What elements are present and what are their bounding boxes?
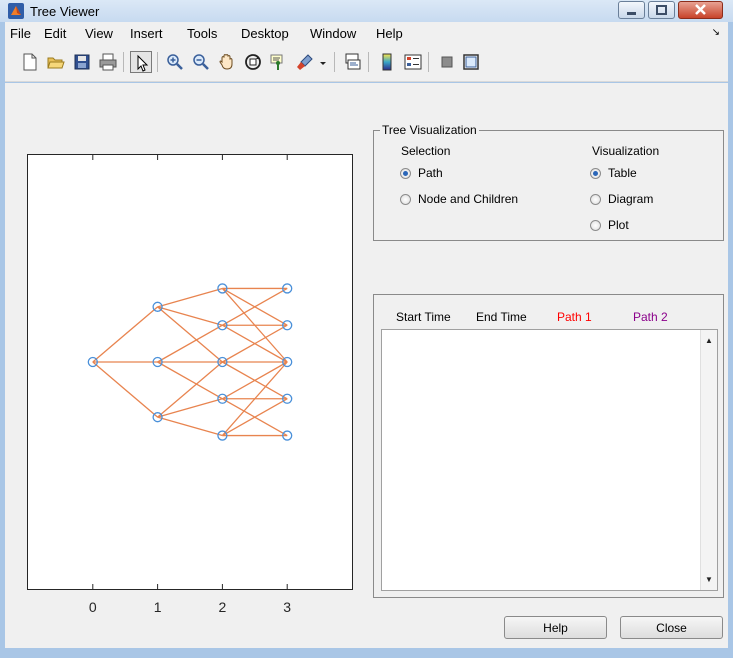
menu-window[interactable]: Window — [310, 26, 356, 41]
pan-hand-icon[interactable] — [216, 51, 238, 73]
tree-edge — [157, 306, 223, 326]
x-tick-label: 3 — [283, 599, 292, 615]
tree-edge — [157, 398, 223, 418]
menu-bar: File Edit View Insert Tools Desktop Wind… — [5, 22, 728, 44]
tree-plot-axes[interactable] — [27, 154, 353, 590]
column-header-start-time[interactable]: Start Time — [396, 310, 451, 324]
menu-help[interactable]: Help — [376, 26, 403, 41]
x-tick-label: 0 — [88, 599, 97, 615]
toolbar-separator — [123, 52, 124, 72]
open-folder-icon[interactable] — [45, 51, 67, 73]
maximize-button[interactable] — [648, 1, 675, 19]
window-title: Tree Viewer — [30, 4, 100, 19]
visualization-heading: Visualization — [592, 144, 660, 158]
radio-label: Table — [608, 166, 637, 180]
hide-plot-tools-icon[interactable] — [436, 51, 458, 73]
menu-desktop[interactable]: Desktop — [241, 26, 289, 41]
radio-label: Path — [418, 166, 443, 180]
show-plot-tools-icon[interactable] — [460, 51, 482, 73]
tree-edge — [157, 361, 223, 400]
select-pointer-icon[interactable] — [130, 51, 152, 73]
tree-edge — [157, 306, 223, 363]
x-tick-label: 2 — [218, 599, 227, 615]
radio-plot[interactable]: Plot — [590, 218, 629, 232]
tree-plot — [87, 155, 293, 589]
title-bar[interactable]: Tree Viewer — [0, 0, 733, 22]
close-window-button[interactable] — [678, 1, 723, 19]
matlab-icon — [8, 3, 24, 19]
menu-edit[interactable]: Edit — [44, 26, 66, 41]
radio-label: Diagram — [608, 192, 654, 206]
brush-icon[interactable] — [294, 51, 316, 73]
menu-file[interactable]: File — [10, 26, 31, 41]
tree-edge — [157, 416, 223, 437]
close-button[interactable]: Close — [620, 616, 723, 639]
tree-edge — [92, 306, 159, 363]
column-header-end-time[interactable]: End Time — [476, 310, 527, 324]
vertical-scrollbar[interactable]: ▲ ▼ — [700, 330, 717, 590]
column-header-path-1[interactable]: Path 1 — [557, 310, 592, 324]
brush-dropdown-icon[interactable] — [316, 51, 328, 73]
radio-button[interactable] — [400, 193, 411, 205]
colorbar-icon[interactable] — [376, 51, 398, 73]
tree-edge — [157, 287, 223, 308]
data-cursor-icon[interactable] — [268, 51, 290, 73]
radio-label: Node and Children — [418, 192, 519, 206]
zoom-out-icon[interactable] — [190, 51, 212, 73]
toolbar-separator — [428, 52, 429, 72]
save-icon[interactable] — [71, 51, 93, 73]
tree-viewer-window: Tree Viewer File Edit View Insert Tools … — [0, 0, 733, 658]
radio-button-selected[interactable] — [590, 167, 601, 179]
radio-button-selected[interactable] — [400, 167, 411, 179]
menu-view[interactable]: View — [85, 26, 113, 41]
radio-diagram[interactable]: Diagram — [590, 192, 653, 206]
toolbar — [5, 44, 728, 82]
menu-insert[interactable]: Insert — [130, 26, 163, 41]
panel-title: Tree Visualization — [380, 123, 479, 137]
path-table-panel: Start Time End Time Path 1 Path 2 ▲ ▼ — [373, 294, 724, 598]
path-table-list[interactable]: ▲ ▼ — [381, 329, 718, 591]
tree-edge — [92, 361, 159, 418]
tree-visualization-panel: Tree Visualization Selection Visualizati… — [373, 123, 724, 241]
help-button[interactable]: Help — [504, 616, 607, 639]
menu-tools[interactable]: Tools — [187, 26, 217, 41]
selection-heading: Selection — [401, 144, 451, 158]
scroll-down-icon[interactable]: ▼ — [705, 575, 713, 584]
scroll-up-icon[interactable]: ▲ — [705, 336, 713, 345]
legend-icon[interactable] — [402, 51, 424, 73]
rotate-3d-icon[interactable] — [242, 51, 264, 73]
minimize-button[interactable] — [618, 1, 645, 19]
radio-path[interactable]: Path — [400, 166, 443, 180]
dock-arrow-icon[interactable]: ↘ — [712, 27, 720, 38]
print-icon[interactable] — [97, 51, 119, 73]
link-plot-icon[interactable] — [342, 51, 364, 73]
radio-button[interactable] — [590, 219, 601, 231]
toolbar-separator — [368, 52, 369, 72]
column-header-path-2[interactable]: Path 2 — [633, 310, 668, 324]
new-file-icon[interactable] — [19, 51, 41, 73]
x-tick-label: 1 — [153, 599, 162, 615]
radio-label: Plot — [608, 218, 629, 232]
figure-area: 0 1 2 3 Tree Visualization Selection Vis… — [5, 83, 728, 648]
zoom-in-icon[interactable] — [164, 51, 186, 73]
radio-table[interactable]: Table — [590, 166, 637, 180]
tree-edge — [157, 324, 223, 363]
radio-node-and-children[interactable]: Node and Children — [400, 192, 518, 206]
toolbar-separator — [157, 52, 158, 72]
toolbar-separator — [334, 52, 335, 72]
radio-button[interactable] — [590, 193, 601, 205]
tree-edge — [157, 361, 223, 418]
